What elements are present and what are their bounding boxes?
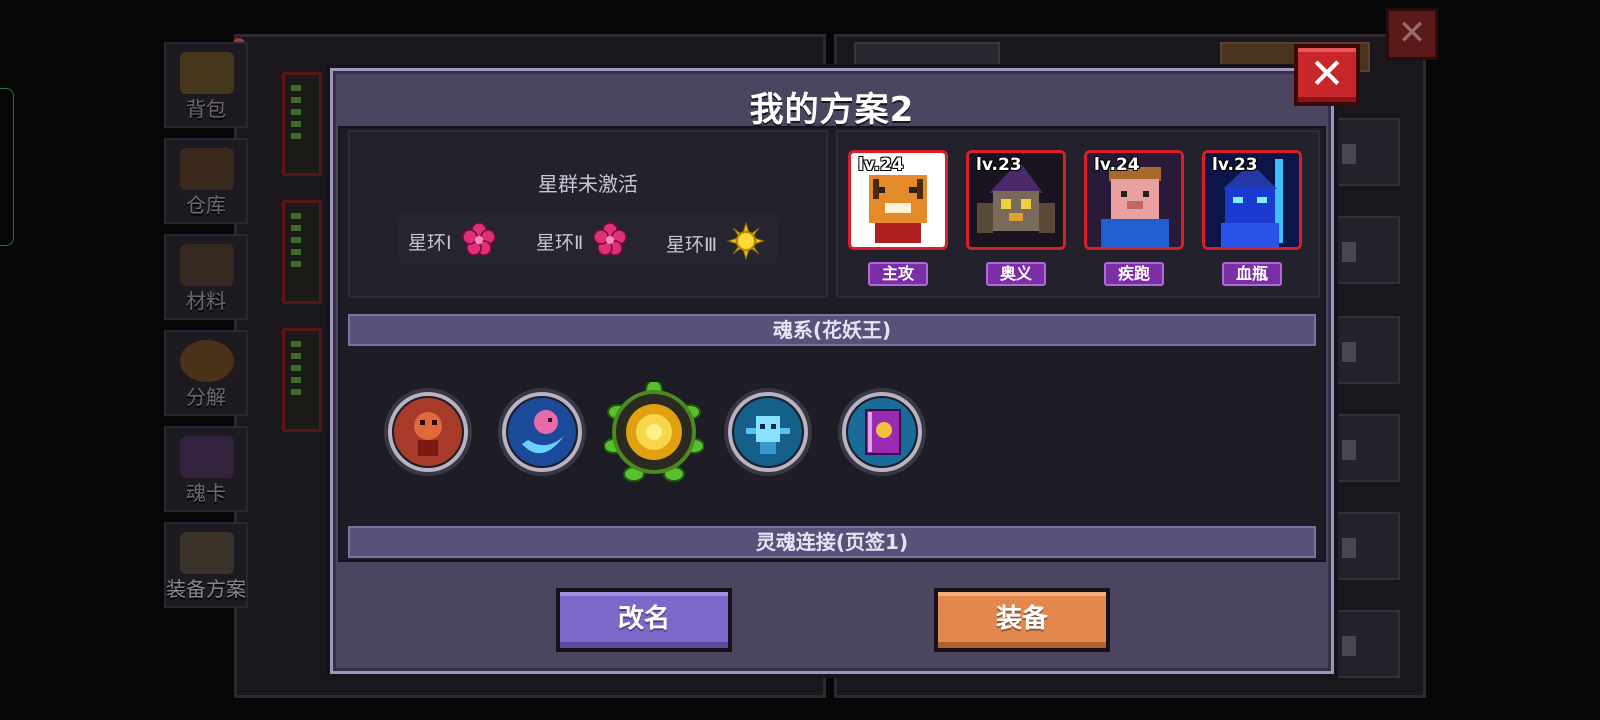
constellation-status: 星群未激活 — [538, 172, 638, 196]
soul-card-icon — [180, 436, 234, 478]
pink-bird-soul-icon — [508, 398, 576, 466]
decompose-icon — [180, 340, 234, 382]
hero-role-tag: 主攻 — [868, 262, 928, 286]
hero-role-tag: 奥义 — [986, 262, 1046, 286]
yellow-sun-gem-icon — [726, 221, 766, 265]
ice-spirit-soul-icon — [734, 398, 802, 466]
warehouse-icon — [180, 148, 234, 190]
star-ring-3[interactable]: 星环Ⅲ — [666, 221, 766, 265]
star-ring-1[interactable]: 星环Ⅰ — [408, 222, 496, 261]
purple-book-soul-icon — [848, 398, 916, 466]
bg-item-card — [282, 200, 322, 304]
soul-slot-4[interactable] — [728, 392, 808, 472]
hero-level: lv.24 — [1094, 155, 1140, 175]
star-ring-label: 星环Ⅲ — [666, 234, 718, 256]
pink-flower-gem-icon — [593, 222, 628, 261]
close-button[interactable]: ✕ — [1294, 44, 1360, 106]
bg-close-icon: ✕ — [1386, 8, 1438, 60]
dialog-title: 我的方案2 — [749, 90, 915, 130]
soul-link-section-header: 灵魂连接(页签1) — [348, 526, 1316, 558]
chest-icon — [180, 52, 234, 94]
edge-highlight — [0, 88, 14, 246]
sidebar-tab-equipment-plan[interactable]: 装备方案 — [164, 522, 248, 608]
bg-item-card — [282, 328, 322, 432]
hero-slot-2[interactable]: lv.23 — [966, 150, 1066, 250]
star-ring-label: 星环Ⅰ — [408, 232, 452, 254]
close-icon: ✕ — [1309, 49, 1345, 98]
rename-button[interactable]: 改名 — [556, 588, 732, 652]
sidebar-tab-bag[interactable]: 背包 — [164, 42, 248, 128]
hero-slot-4[interactable]: lv.23 — [1202, 150, 1302, 250]
hero-role-tag: 疾跑 — [1104, 262, 1164, 286]
hero-level: lv.23 — [976, 155, 1022, 175]
sidebar-tab-material[interactable]: 材料 — [164, 234, 248, 320]
star-ring-label: 星环Ⅱ — [536, 232, 584, 254]
soul-section-header: 魂系(花妖王) — [348, 314, 1316, 346]
star-ring-2[interactable]: 星环Ⅱ — [536, 222, 628, 261]
flower-king-soul-icon — [604, 382, 704, 482]
soul-slot-2[interactable] — [502, 392, 582, 472]
fire-demon-soul-icon — [394, 398, 462, 466]
soul-slot-5[interactable] — [842, 392, 922, 472]
hero-level: lv.23 — [1212, 155, 1258, 175]
bg-item-card — [282, 72, 322, 176]
equip-button[interactable]: 装备 — [934, 588, 1110, 652]
hero-slot-1[interactable]: lv.24 — [848, 150, 948, 250]
pink-flower-gem-icon — [461, 222, 496, 261]
hero-role-tag: 血瓶 — [1222, 262, 1282, 286]
hero-slot-3[interactable]: lv.24 — [1084, 150, 1184, 250]
sidebar-tab-decompose[interactable]: 分解 — [164, 330, 248, 416]
soul-slot-3[interactable] — [604, 382, 704, 482]
sidebar-tab-warehouse[interactable]: 仓库 — [164, 138, 248, 224]
equipment-plan-icon — [180, 532, 234, 574]
soul-slot-panel — [348, 350, 1316, 510]
sidebar-tab-soul-card[interactable]: 魂卡 — [164, 426, 248, 512]
material-icon — [180, 244, 234, 286]
soul-slot-1[interactable] — [388, 392, 468, 472]
hero-level: lv.24 — [858, 155, 904, 175]
